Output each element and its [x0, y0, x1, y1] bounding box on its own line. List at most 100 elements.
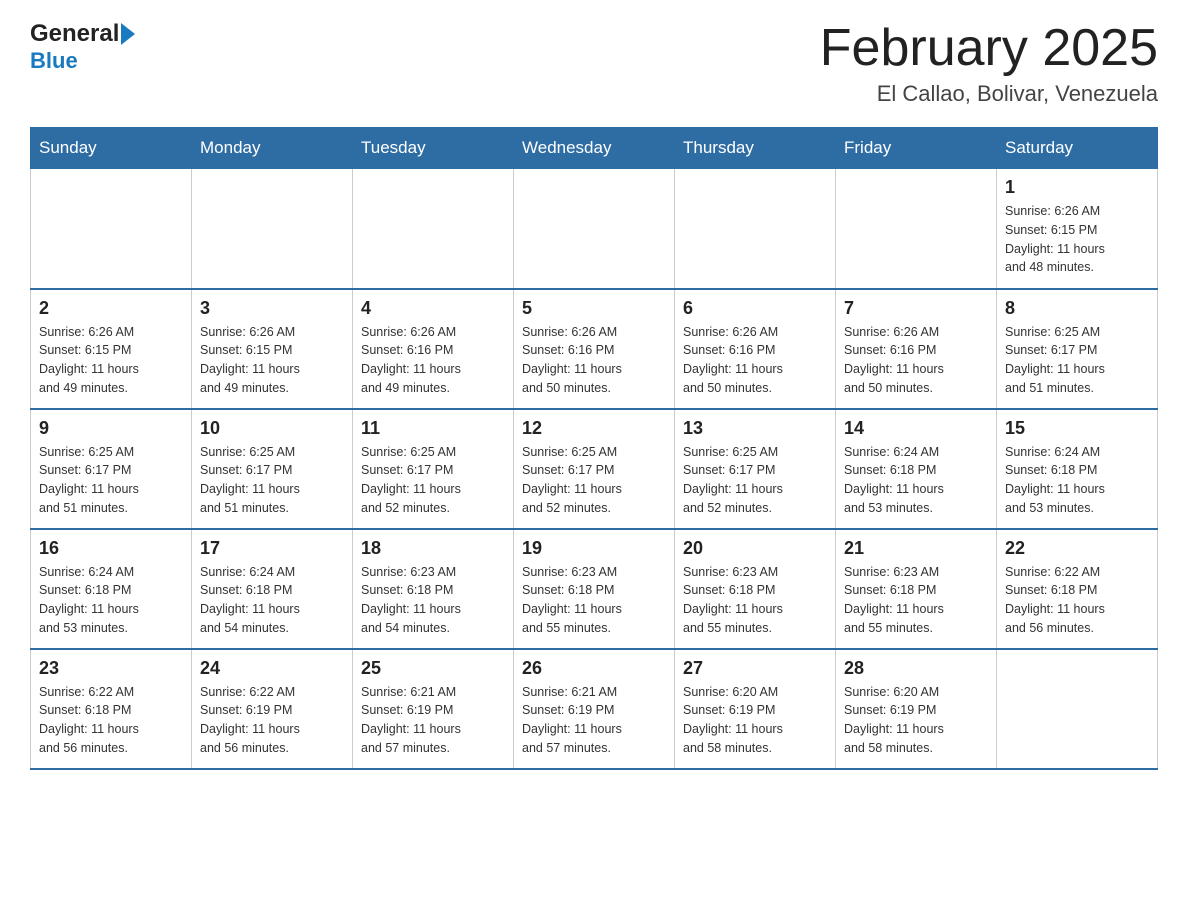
day-info: Sunrise: 6:23 AM Sunset: 6:18 PM Dayligh… [361, 563, 505, 638]
calendar-cell: 22 Sunrise: 6:22 AM Sunset: 6:18 PM Dayli… [997, 529, 1158, 649]
page-header: General Blue February 2025 El Callao, Bo… [30, 20, 1158, 107]
day-info: Sunrise: 6:24 AM Sunset: 6:18 PM Dayligh… [844, 443, 988, 518]
logo-arrow-icon [121, 23, 135, 45]
weekday-header-row: SundayMondayTuesdayWednesdayThursdayFrid… [31, 128, 1158, 169]
calendar-cell: 13 Sunrise: 6:25 AM Sunset: 6:17 PM Dayli… [675, 409, 836, 529]
day-number: 18 [361, 538, 505, 559]
calendar-cell [997, 649, 1158, 769]
calendar-cell: 23 Sunrise: 6:22 AM Sunset: 6:18 PM Dayli… [31, 649, 192, 769]
calendar-cell: 27Sunrise: 6:20 AM Sunset: 6:19 PM Dayli… [675, 649, 836, 769]
day-info: Sunrise: 6:20 AM Sunset: 6:19 PM Dayligh… [844, 683, 988, 758]
calendar-title: February 2025 [820, 20, 1158, 77]
calendar-cell: 11 Sunrise: 6:25 AM Sunset: 6:17 PM Dayli… [353, 409, 514, 529]
calendar-cell: 6 Sunrise: 6:26 AM Sunset: 6:16 PM Daylig… [675, 289, 836, 409]
calendar-cell: 5 Sunrise: 6:26 AM Sunset: 6:16 PM Daylig… [514, 289, 675, 409]
day-number: 21 [844, 538, 988, 559]
day-number: 22 [1005, 538, 1149, 559]
day-info: Sunrise: 6:26 AM Sunset: 6:16 PM Dayligh… [361, 323, 505, 398]
day-number: 9 [39, 418, 183, 439]
calendar-cell [192, 169, 353, 289]
day-info: Sunrise: 6:26 AM Sunset: 6:15 PM Dayligh… [39, 323, 183, 398]
calendar-cell: 19 Sunrise: 6:23 AM Sunset: 6:18 PM Dayli… [514, 529, 675, 649]
day-number: 28 [844, 658, 988, 679]
weekday-header-wednesday: Wednesday [514, 128, 675, 169]
weekday-header-sunday: Sunday [31, 128, 192, 169]
day-info: Sunrise: 6:26 AM Sunset: 6:16 PM Dayligh… [683, 323, 827, 398]
day-info: Sunrise: 6:25 AM Sunset: 6:17 PM Dayligh… [39, 443, 183, 518]
calendar-cell: 4 Sunrise: 6:26 AM Sunset: 6:16 PM Daylig… [353, 289, 514, 409]
calendar-cell: 25 Sunrise: 6:21 AM Sunset: 6:19 PM Dayli… [353, 649, 514, 769]
week-row-4: 16 Sunrise: 6:24 AM Sunset: 6:18 PM Dayli… [31, 529, 1158, 649]
day-number: 19 [522, 538, 666, 559]
calendar-cell: 1Sunrise: 6:26 AM Sunset: 6:15 PM Daylig… [997, 169, 1158, 289]
day-info: Sunrise: 6:24 AM Sunset: 6:18 PM Dayligh… [1005, 443, 1149, 518]
calendar-cell: 9 Sunrise: 6:25 AM Sunset: 6:17 PM Daylig… [31, 409, 192, 529]
calendar-cell: 12 Sunrise: 6:25 AM Sunset: 6:17 PM Dayli… [514, 409, 675, 529]
day-number: 23 [39, 658, 183, 679]
day-number: 8 [1005, 298, 1149, 319]
title-section: February 2025 El Callao, Bolivar, Venezu… [820, 20, 1158, 107]
day-number: 17 [200, 538, 344, 559]
day-number: 11 [361, 418, 505, 439]
calendar-cell: 21Sunrise: 6:23 AM Sunset: 6:18 PM Dayli… [836, 529, 997, 649]
logo-blue-text: Blue [30, 48, 78, 74]
day-number: 5 [522, 298, 666, 319]
week-row-2: 2Sunrise: 6:26 AM Sunset: 6:15 PM Daylig… [31, 289, 1158, 409]
calendar-cell [836, 169, 997, 289]
weekday-header-tuesday: Tuesday [353, 128, 514, 169]
calendar-cell: 16 Sunrise: 6:24 AM Sunset: 6:18 PM Dayli… [31, 529, 192, 649]
day-info: Sunrise: 6:25 AM Sunset: 6:17 PM Dayligh… [200, 443, 344, 518]
day-number: 6 [683, 298, 827, 319]
day-info: Sunrise: 6:23 AM Sunset: 6:18 PM Dayligh… [683, 563, 827, 638]
day-info: Sunrise: 6:25 AM Sunset: 6:17 PM Dayligh… [1005, 323, 1149, 398]
calendar-cell [31, 169, 192, 289]
day-info: Sunrise: 6:24 AM Sunset: 6:18 PM Dayligh… [200, 563, 344, 638]
day-info: Sunrise: 6:22 AM Sunset: 6:19 PM Dayligh… [200, 683, 344, 758]
calendar-cell: 2Sunrise: 6:26 AM Sunset: 6:15 PM Daylig… [31, 289, 192, 409]
day-info: Sunrise: 6:26 AM Sunset: 6:15 PM Dayligh… [200, 323, 344, 398]
day-info: Sunrise: 6:26 AM Sunset: 6:16 PM Dayligh… [522, 323, 666, 398]
day-number: 25 [361, 658, 505, 679]
day-number: 12 [522, 418, 666, 439]
day-number: 7 [844, 298, 988, 319]
calendar-cell: 20Sunrise: 6:23 AM Sunset: 6:18 PM Dayli… [675, 529, 836, 649]
calendar-cell [353, 169, 514, 289]
week-row-3: 9 Sunrise: 6:25 AM Sunset: 6:17 PM Daylig… [31, 409, 1158, 529]
day-number: 13 [683, 418, 827, 439]
day-info: Sunrise: 6:24 AM Sunset: 6:18 PM Dayligh… [39, 563, 183, 638]
week-row-1: 1Sunrise: 6:26 AM Sunset: 6:15 PM Daylig… [31, 169, 1158, 289]
calendar-cell: 26 Sunrise: 6:21 AM Sunset: 6:19 PM Dayli… [514, 649, 675, 769]
logo-general-text: General [30, 20, 119, 48]
day-info: Sunrise: 6:22 AM Sunset: 6:18 PM Dayligh… [1005, 563, 1149, 638]
weekday-header-thursday: Thursday [675, 128, 836, 169]
day-number: 27 [683, 658, 827, 679]
day-number: 24 [200, 658, 344, 679]
day-number: 15 [1005, 418, 1149, 439]
day-info: Sunrise: 6:26 AM Sunset: 6:16 PM Dayligh… [844, 323, 988, 398]
calendar-cell: 17 Sunrise: 6:24 AM Sunset: 6:18 PM Dayli… [192, 529, 353, 649]
day-info: Sunrise: 6:21 AM Sunset: 6:19 PM Dayligh… [522, 683, 666, 758]
day-number: 3 [200, 298, 344, 319]
day-info: Sunrise: 6:25 AM Sunset: 6:17 PM Dayligh… [522, 443, 666, 518]
logo: General Blue [30, 20, 137, 74]
day-number: 14 [844, 418, 988, 439]
day-info: Sunrise: 6:22 AM Sunset: 6:18 PM Dayligh… [39, 683, 183, 758]
calendar-cell: 7 Sunrise: 6:26 AM Sunset: 6:16 PM Daylig… [836, 289, 997, 409]
weekday-header-saturday: Saturday [997, 128, 1158, 169]
day-info: Sunrise: 6:25 AM Sunset: 6:17 PM Dayligh… [361, 443, 505, 518]
day-info: Sunrise: 6:23 AM Sunset: 6:18 PM Dayligh… [522, 563, 666, 638]
calendar-table: SundayMondayTuesdayWednesdayThursdayFrid… [30, 127, 1158, 770]
weekday-header-friday: Friday [836, 128, 997, 169]
day-number: 4 [361, 298, 505, 319]
day-number: 26 [522, 658, 666, 679]
day-number: 16 [39, 538, 183, 559]
calendar-cell: 28 Sunrise: 6:20 AM Sunset: 6:19 PM Dayli… [836, 649, 997, 769]
calendar-cell: 14 Sunrise: 6:24 AM Sunset: 6:18 PM Dayli… [836, 409, 997, 529]
day-info: Sunrise: 6:21 AM Sunset: 6:19 PM Dayligh… [361, 683, 505, 758]
calendar-cell [514, 169, 675, 289]
day-info: Sunrise: 6:25 AM Sunset: 6:17 PM Dayligh… [683, 443, 827, 518]
calendar-cell: 3 Sunrise: 6:26 AM Sunset: 6:15 PM Daylig… [192, 289, 353, 409]
week-row-5: 23 Sunrise: 6:22 AM Sunset: 6:18 PM Dayli… [31, 649, 1158, 769]
day-info: Sunrise: 6:26 AM Sunset: 6:15 PM Dayligh… [1005, 202, 1149, 277]
calendar-cell: 10Sunrise: 6:25 AM Sunset: 6:17 PM Dayli… [192, 409, 353, 529]
